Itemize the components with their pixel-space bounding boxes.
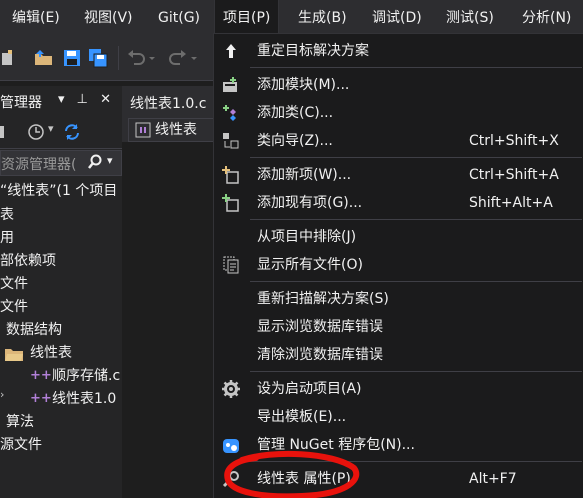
search-icon[interactable]: [87, 153, 103, 175]
tree-algorithm-node[interactable]: 算法: [6, 411, 34, 433]
show-all-files-icon: [223, 256, 239, 274]
menu-item-show-all-files[interactable]: 显示所有文件(O): [214, 251, 583, 279]
menu-separator: [250, 67, 582, 68]
menu-test[interactable]: 测试(S): [438, 0, 502, 36]
menu-bar: 编辑(E) 视图(V) Git(G) 项目(P) 生成(B) 调试(D) 测试(…: [0, 0, 583, 36]
panel-toolbar: ▾: [0, 116, 122, 149]
add-class-icon: [223, 105, 236, 121]
editor-tab[interactable]: 线性表1.0.c: [130, 92, 206, 116]
redo-dropdown-icon[interactable]: [190, 48, 198, 68]
tree-files-node[interactable]: 文件: [0, 296, 28, 318]
search-placeholder: 资源管理器(: [1, 157, 77, 173]
editor-margin: [128, 146, 164, 498]
expand-chevron-icon[interactable]: ›: [0, 388, 4, 401]
project-menu: 重定目标解决方案 添加模块(M)... 添加类(C)... 类向导(Z)... …: [213, 33, 583, 498]
menu-item-export-template[interactable]: 导出模板(E)...: [214, 403, 583, 431]
retarget-arrow-icon: [226, 44, 236, 58]
new-project-icon[interactable]: [0, 48, 20, 68]
c-file-icon: ++: [30, 391, 52, 406]
tree-references-node[interactable]: 用: [0, 227, 14, 249]
redo-icon[interactable]: [168, 48, 188, 68]
menu-item-rescan-solution[interactable]: 重新扫描解决方案(S): [214, 285, 583, 313]
menu-item-add-module[interactable]: 添加模块(M)...: [214, 71, 583, 99]
menu-item-class-wizard[interactable]: 类向导(Z)... Ctrl+Shift+X: [214, 127, 583, 155]
undo-icon[interactable]: [126, 48, 146, 68]
menu-item-exclude-from-project[interactable]: 从项目中排除(J): [214, 223, 583, 251]
pin-icon[interactable]: ⊥: [77, 92, 88, 107]
open-folder-icon[interactable]: [34, 48, 54, 68]
add-new-item-icon: [222, 166, 239, 184]
menu-build[interactable]: 生成(B): [290, 0, 355, 36]
menu-separator: [250, 281, 582, 282]
folder-icon: [5, 349, 23, 361]
menu-item-add-new-item[interactable]: 添加新项(W)... Ctrl+Shift+A: [214, 161, 583, 189]
close-icon[interactable]: ✕: [100, 92, 111, 107]
project-icon: [135, 122, 151, 138]
tree-header-files-node[interactable]: 文件: [0, 273, 28, 295]
class-wizard-icon: [223, 133, 239, 149]
solution-search-field[interactable]: 资源管理器( ▾: [0, 150, 122, 176]
tree-external-deps-node[interactable]: 部依赖项: [0, 250, 56, 272]
menu-item-set-startup-project[interactable]: 设为启动项目(A): [214, 375, 583, 403]
save-icon[interactable]: [62, 48, 82, 68]
menu-separator: [250, 157, 582, 158]
annotation-circle: [224, 450, 360, 498]
menu-item-show-browse-db-errors[interactable]: 显示浏览数据库错误: [214, 313, 583, 341]
tree-linear-list-folder[interactable]: 线性表: [30, 342, 72, 364]
tree-project-node[interactable]: 表: [0, 204, 14, 226]
menu-item-add-class[interactable]: 添加类(C)...: [214, 99, 583, 127]
editor-scope-label: 线性表: [155, 122, 197, 138]
solution-explorer-panel: 管理器 ▾ ⊥ ✕ ▾ 资源管理器( ▾ “线性表”(1 个项目 表 用 部依赖…: [0, 86, 123, 498]
panel-title: 管理器: [0, 95, 42, 111]
tree-data-structures-node[interactable]: 数据结构: [6, 319, 62, 341]
visual-studio-window: 编辑(E) 视图(V) Git(G) 项目(P) 生成(B) 调试(D) 测试(…: [0, 0, 583, 498]
tree-solution-node[interactable]: “线性表”(1 个项目: [0, 180, 117, 202]
menu-item-clear-browse-db-errors[interactable]: 清除浏览数据库错误: [214, 341, 583, 369]
menu-git[interactable]: Git(G): [150, 0, 208, 36]
sync-icon[interactable]: [62, 122, 82, 142]
menu-separator: [250, 371, 582, 372]
menu-separator: [250, 219, 582, 220]
menu-edit[interactable]: 编辑(E): [4, 0, 68, 36]
panel-dropdown-icon[interactable]: ▾: [58, 92, 65, 107]
toolbar-separator: [118, 46, 119, 70]
tree-file-sequential[interactable]: 顺序存储.c: [52, 365, 120, 387]
search-options-icon[interactable]: ▾: [107, 154, 113, 167]
menu-item-retarget-solution[interactable]: 重定目标解决方案: [214, 37, 583, 65]
menu-debug[interactable]: 调试(D): [364, 0, 430, 36]
add-module-icon: [223, 77, 237, 92]
editor-scope-dropdown[interactable]: 线性表: [128, 118, 214, 142]
tree-file-linear-list[interactable]: 线性表1.0: [52, 388, 116, 410]
panel-title-actions: ▾ ⊥ ✕: [58, 92, 111, 107]
save-all-icon[interactable]: [88, 48, 108, 68]
menu-item-add-existing-item[interactable]: 添加现有项(G)... Shift+Alt+A: [214, 189, 583, 217]
menu-analyze[interactable]: 分析(N): [514, 0, 579, 36]
c-file-icon: ++: [30, 368, 52, 383]
tree-source-files-node[interactable]: 源文件: [0, 434, 42, 456]
gear-icon: [222, 380, 240, 398]
undo-dropdown-icon[interactable]: [148, 48, 156, 68]
home-icon[interactable]: [0, 124, 6, 140]
add-existing-item-icon: [222, 194, 239, 212]
history-dropdown-icon[interactable]: ▾: [48, 122, 54, 135]
menu-view[interactable]: 视图(V): [76, 0, 141, 36]
menu-project[interactable]: 项目(P): [214, 0, 280, 36]
history-icon[interactable]: [26, 122, 46, 142]
